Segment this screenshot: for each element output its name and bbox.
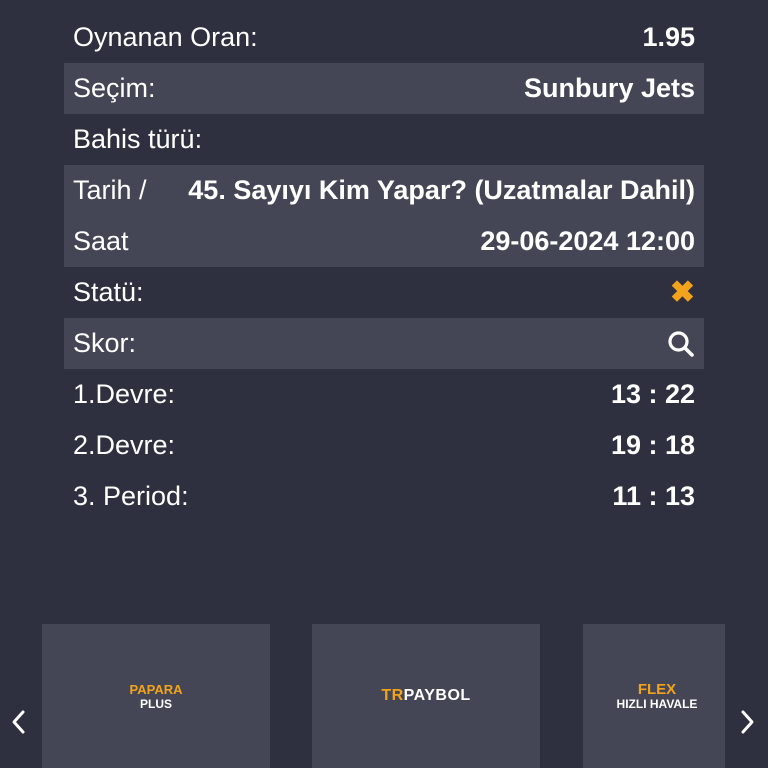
papara-logo-top: PAPARA bbox=[129, 681, 183, 697]
period-score: 19 : 18 bbox=[610, 430, 695, 460]
period-label: 1.Devre: bbox=[73, 379, 176, 409]
payment-carousel: PAPARA PLUS TRPAYBOL FLEX HIZLI HAVALE bbox=[0, 624, 768, 768]
period-row: 1.Devre: 13 : 22 bbox=[64, 369, 704, 420]
papara-plus-card[interactable]: PAPARA PLUS bbox=[42, 624, 270, 768]
selection-value: Sunbury Jets bbox=[523, 73, 695, 103]
bet-type-row: Bahis türü: bbox=[64, 114, 704, 165]
period-label: 2.Devre: bbox=[73, 430, 176, 460]
trpaybol-card[interactable]: TRPAYBOL bbox=[312, 624, 540, 768]
close-icon: ✖ bbox=[669, 275, 695, 309]
odds-row: Oynanan Oran: 1.95 bbox=[64, 12, 704, 63]
flex-logo-top: FLEX bbox=[637, 680, 677, 698]
trpaybol-logo-tr: TR bbox=[381, 687, 404, 704]
score-row: Skor: bbox=[64, 318, 704, 369]
search-icon[interactable] bbox=[667, 330, 695, 358]
bet-details: Oynanan Oran: 1.95 Seçim: Sunbury Jets B… bbox=[64, 12, 704, 522]
flex-havale-card[interactable]: FLEX HIZLI HAVALE bbox=[583, 624, 725, 768]
papara-logo-bottom: PLUS bbox=[139, 696, 172, 711]
carousel-next-button[interactable] bbox=[736, 706, 760, 738]
time-label: Saat bbox=[73, 226, 129, 256]
odds-label: Oynanan Oran: bbox=[73, 22, 258, 52]
score-label: Skor: bbox=[73, 328, 137, 358]
carousel-prev-button[interactable] bbox=[6, 706, 30, 738]
bet-type-label: Bahis türü: bbox=[73, 124, 203, 154]
date-row: Tarih / 45. Sayıyı Kim Yapar? (Uzatmalar… bbox=[64, 165, 704, 267]
selection-label: Seçim: bbox=[73, 73, 156, 103]
period-score: 13 : 22 bbox=[610, 379, 695, 409]
odds-value: 1.95 bbox=[642, 22, 695, 52]
flex-logo-bottom: HIZLI HAVALE bbox=[616, 696, 698, 711]
period-score: 11 : 13 bbox=[612, 481, 695, 511]
datetime-value: 29-06-2024 12:00 bbox=[480, 226, 695, 256]
trpaybol-logo-rest: PAYBOL bbox=[403, 687, 471, 704]
flex-logo: FLEX HIZLI HAVALE bbox=[611, 682, 698, 711]
status-label: Statü: bbox=[73, 277, 144, 307]
selection-row: Seçim: Sunbury Jets bbox=[64, 63, 704, 114]
period-row: 2.Devre: 19 : 18 bbox=[64, 420, 704, 471]
date-label: Tarih / bbox=[73, 175, 147, 205]
period-label: 3. Period: bbox=[73, 481, 189, 511]
status-row: Statü: ✖ bbox=[64, 267, 704, 318]
period-row: 3. Period: 11 : 13 bbox=[64, 471, 704, 522]
chevron-left-icon bbox=[12, 710, 25, 734]
trpaybol-logo: TRPAYBOL bbox=[381, 687, 470, 705]
chevron-right-icon bbox=[741, 710, 754, 734]
bet-type-value: 45. Sayıyı Kim Yapar? (Uzatmalar Dahil) bbox=[188, 175, 695, 205]
